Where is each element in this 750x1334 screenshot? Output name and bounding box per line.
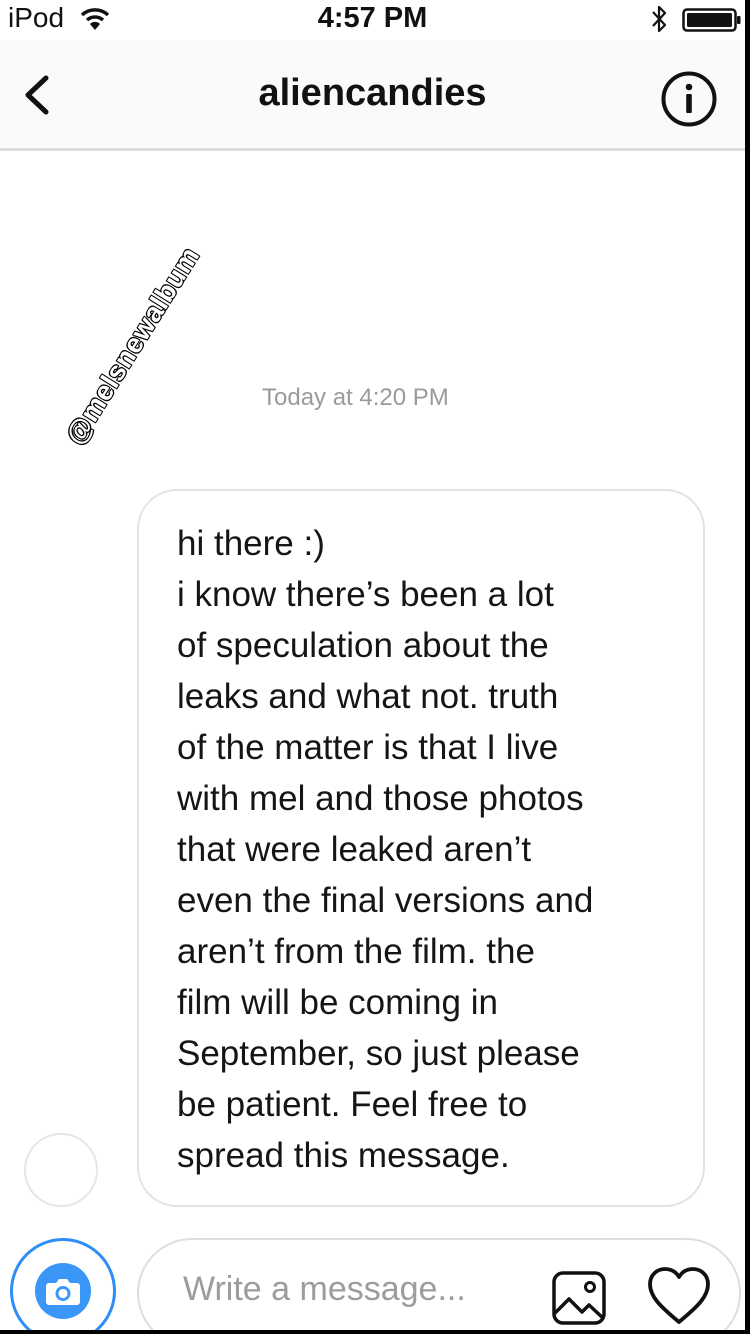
message-line: of speculation about the: [177, 626, 549, 665]
message-line: that were leaked aren’t: [177, 830, 532, 869]
message-bubble[interactable]: hi there :) i know there’s been a lot of…: [137, 489, 705, 1207]
message-input[interactable]: [183, 1270, 533, 1309]
status-time: 4:57 PM: [317, 2, 428, 34]
message-line: film will be coming in: [177, 983, 498, 1022]
message-line: aren’t from the film. the: [177, 932, 535, 971]
image-icon[interactable]: [551, 1270, 607, 1326]
message-line: September, so just please: [177, 1034, 580, 1073]
camera-button[interactable]: [10, 1238, 116, 1330]
battery-icon: [682, 8, 741, 32]
camera-button-fill: [35, 1263, 91, 1319]
message-timestamp: Today at 4:20 PM: [262, 384, 449, 411]
message-line: i know there’s been a lot: [177, 575, 554, 614]
message-line: hi there :): [177, 524, 325, 563]
camera-icon: [46, 1279, 80, 1305]
message-line: even the final versions and: [177, 881, 594, 920]
message-line: with mel and those photos: [177, 779, 584, 818]
info-icon[interactable]: [660, 70, 718, 128]
sender-avatar[interactable]: [24, 1133, 98, 1207]
status-bar: iPod 4:57 PM: [0, 0, 745, 40]
conversation-header: aliencandies: [0, 40, 745, 151]
bluetooth-icon: [652, 5, 667, 33]
conversation-title[interactable]: aliencandies: [0, 72, 745, 115]
message-line: spread this message.: [177, 1136, 510, 1175]
dm-screen: iPod 4:57 PM aliencandies @melsnewalbum …: [0, 0, 745, 1330]
message-composer: [137, 1238, 741, 1330]
message-line: be patient. Feel free to: [177, 1085, 528, 1124]
heart-icon[interactable]: [647, 1266, 711, 1326]
message-line: leaks and what not. truth: [177, 677, 559, 716]
message-line: of the matter is that I live: [177, 728, 559, 767]
watermark-text: @melsnewalbum: [59, 241, 206, 450]
